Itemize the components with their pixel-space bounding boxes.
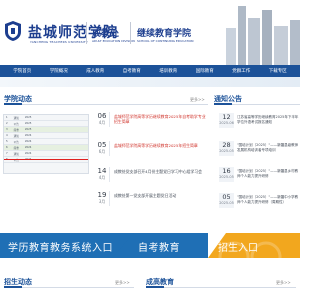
notice-date: 12 2025-06 bbox=[219, 113, 234, 128]
notice-title[interactable]: "国培计划（2025）"——新疆县级教师发展机构培训者专项培训 bbox=[237, 143, 299, 152]
self-study-education-label: 自考教育 bbox=[138, 243, 180, 254]
enrollment-news-more-link[interactable]: 更多>> bbox=[115, 280, 130, 286]
notice-item[interactable]: 16 2025-05 "国培计划（2025）"——新疆县乡村教师个人能力提升研修 bbox=[219, 166, 299, 182]
university-name-en: YANCHENG TEACHERS UNIVERSITY bbox=[30, 40, 88, 44]
notice-date: 28 2025-05 bbox=[219, 141, 234, 156]
nav-item-training[interactable]: 培训教育 bbox=[159, 68, 177, 74]
adult-higher-education-more-link[interactable]: 更多>> bbox=[276, 280, 291, 286]
notices-section-accent bbox=[214, 103, 232, 105]
nav-item-party-work[interactable]: 党群工作 bbox=[232, 68, 250, 74]
news-section-accent bbox=[4, 103, 22, 105]
news-date: 14 4月 bbox=[95, 167, 110, 182]
main-nav: 学院首页 学院概况 成人教育 自考教育 培训教育 国际教育 党群工作 下载专区 bbox=[0, 65, 300, 77]
header-divider bbox=[130, 22, 131, 44]
news-title[interactable]: 盐城师范学院高等学历继续教育2025年自考助学专业招生简章 bbox=[114, 114, 206, 124]
adult-higher-education-divider bbox=[146, 287, 296, 288]
dept-name-continuing-education-en: SCHOOL OF CONTINUING EDUCATION bbox=[137, 39, 194, 43]
news-date: 06 4月 bbox=[95, 112, 110, 127]
nav-item-adult-education[interactable]: 成人教育 bbox=[86, 68, 104, 74]
academic-system-entry-label: 学历教育教务系统入口 bbox=[8, 243, 113, 254]
dept-name-adult-education-en: ADULT EDUCATION DIVISION bbox=[92, 39, 135, 43]
notice-title[interactable]: 江苏省高等学历继续教育2025年下半年学位外语考试报名通知 bbox=[237, 115, 299, 124]
dept-name-adult-education: 成教处 bbox=[92, 29, 120, 39]
site-header: 盐城师范学院 YANCHENG TEACHERS UNIVERSITY 成教处 … bbox=[0, 0, 300, 65]
academic-system-entry-banner[interactable]: 学历教育教务系统入口 bbox=[0, 233, 134, 258]
campus-building-image bbox=[218, 0, 300, 65]
header-divider bbox=[86, 22, 87, 44]
notice-date: 16 2025-05 bbox=[219, 167, 234, 182]
notice-title[interactable]: "国培计划（2025）"——新疆县乡村教师个人能力提升研修 bbox=[237, 169, 299, 178]
notice-date: 05 2025-05 bbox=[219, 193, 234, 208]
nav-item-downloads[interactable]: 下载专区 bbox=[269, 68, 287, 74]
notice-item[interactable]: 05 2025-05 "国培计划（2025）"——新疆中小学教师个人能力提升研修（… bbox=[219, 192, 299, 208]
news-title[interactable]: 成教处党支部召开4月份主题党日学习中心组学习会 bbox=[114, 169, 206, 174]
news-section-divider bbox=[4, 104, 208, 105]
news-item[interactable]: 14 4月 成教处党支部召开4月份主题党日学习中心组学习会 bbox=[95, 166, 207, 182]
enrollment-news-divider bbox=[4, 287, 134, 288]
thumb-highlight-line bbox=[4, 159, 88, 160]
news-item[interactable]: 19 3月 成教处第一党支部开展主题党日活动 bbox=[95, 190, 207, 206]
news-item[interactable]: 06 4月 盐城师范学院高等学历继续教育2025年自考助学专业招生简章 bbox=[95, 111, 207, 127]
news-title[interactable]: 盐城师范学院高等学历继续教育2025年招生简章 bbox=[114, 143, 206, 148]
watermark-icon bbox=[218, 241, 282, 273]
news-item[interactable]: 05 6月 盐城师范学院高等学历继续教育2025年招生简章 bbox=[95, 140, 207, 156]
news-more-link[interactable]: 更多>> bbox=[190, 97, 205, 103]
nav-item-about[interactable]: 学院概况 bbox=[50, 68, 68, 74]
thumb-row: 8公告2024 bbox=[4, 157, 88, 163]
news-date: 05 6月 bbox=[95, 141, 110, 156]
nav-item-home[interactable]: 学院首页 bbox=[13, 68, 31, 74]
university-emblem-icon[interactable] bbox=[3, 20, 23, 42]
news-thumbnail-image[interactable]: 1 通知 2025 2 公告 2025 3 简章 2025 4 通知 2024 5 公告 2024 … bbox=[3, 114, 89, 174]
news-date: 19 3月 bbox=[95, 191, 110, 206]
top-banner-strip bbox=[0, 77, 300, 87]
nav-item-self-study[interactable]: 自考教育 bbox=[123, 68, 141, 74]
notice-title[interactable]: "国培计划（2025）"——新疆中小学教师个人能力提升研修（周期性） bbox=[237, 195, 299, 204]
nav-item-international[interactable]: 国际教育 bbox=[196, 68, 214, 74]
enrollment-news-accent bbox=[4, 286, 22, 288]
notice-item[interactable]: 12 2025-06 江苏省高等学历继续教育2025年下半年学位外语考试报名通知 bbox=[219, 112, 299, 128]
notice-item[interactable]: 28 2025-05 "国培计划（2025）"——新疆县级教师发展机构培训者专项培… bbox=[219, 140, 299, 156]
adult-higher-education-accent bbox=[146, 286, 164, 288]
news-title[interactable]: 成教处第一党支部开展主题党日活动 bbox=[114, 193, 206, 198]
dept-name-continuing-education: 继续教育学院 bbox=[137, 29, 192, 39]
